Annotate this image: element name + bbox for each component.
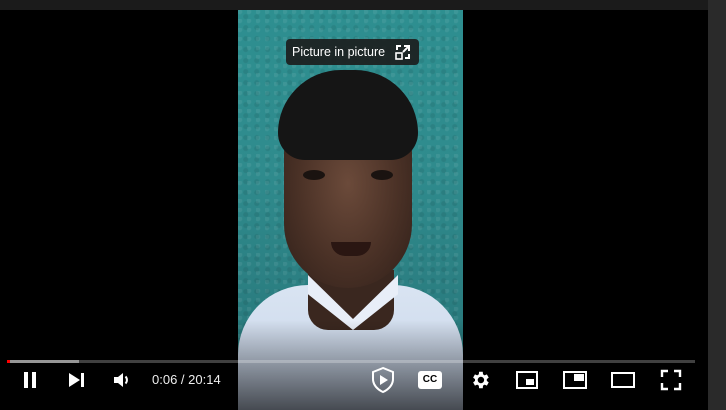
fullscreen-button[interactable] [656, 360, 686, 400]
miniplayer-button[interactable] [512, 360, 542, 400]
controls-gradient [0, 320, 708, 410]
settings-button[interactable] [466, 360, 494, 400]
play-pause-button[interactable] [16, 360, 44, 400]
theater-mode-icon [610, 371, 636, 389]
duration: 20:14 [188, 372, 221, 387]
addon-button[interactable] [366, 360, 400, 400]
video-subject-hair [278, 70, 418, 160]
fullscreen-icon [660, 369, 682, 391]
time-display: 0:06 / 20:14 [152, 360, 221, 400]
pip-button[interactable] [560, 360, 590, 400]
volume-icon [112, 370, 132, 390]
pause-icon [20, 370, 40, 390]
gear-icon [469, 369, 491, 391]
video-subject-eye [303, 170, 325, 180]
volume-button[interactable] [110, 360, 134, 400]
theater-button[interactable] [608, 360, 638, 400]
progress-played [7, 360, 10, 363]
picture-in-picture-icon [393, 42, 413, 62]
top-strip [0, 0, 708, 10]
time-separator: / [177, 372, 189, 387]
video-player[interactable]: Picture in picture [0, 10, 708, 410]
next-icon [66, 370, 86, 390]
current-time: 0:06 [152, 372, 178, 387]
miniplayer-icon [515, 370, 539, 390]
captions-button[interactable]: CC [416, 360, 444, 400]
pip-tooltip: Picture in picture [286, 39, 420, 65]
scrollbar-area[interactable] [708, 0, 726, 410]
cc-label: CC [422, 374, 438, 385]
next-button[interactable] [64, 360, 88, 400]
pip-tooltip-label: Picture in picture [292, 45, 386, 59]
video-subject-eye [371, 170, 393, 180]
shield-play-icon [369, 366, 397, 394]
cc-icon: CC [418, 371, 442, 389]
picture-in-picture-icon [562, 370, 588, 390]
